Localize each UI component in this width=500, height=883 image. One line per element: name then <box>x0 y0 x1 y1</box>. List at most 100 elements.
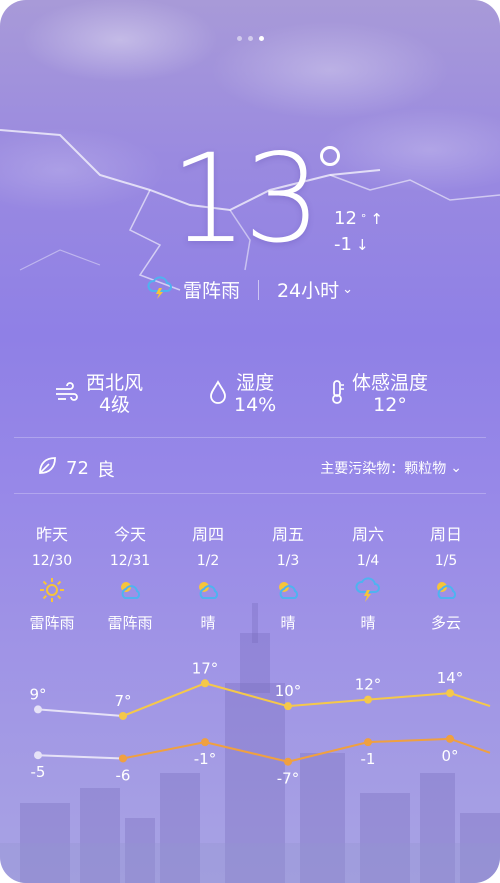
low-temp-point <box>34 751 42 760</box>
temperature-chart: 9° 7° 17° 10° 12° 14° -5 -6 -1° -7° -1 0° <box>29 659 491 788</box>
weather-details: 西北风 4级 湿度 14% 体感温度 12° <box>0 372 500 418</box>
wind-detail: 西北风 4级 <box>54 372 143 416</box>
forecast-day[interactable]: 周日 1/5 多云 <box>406 522 486 633</box>
sun-icon <box>12 576 92 604</box>
high-temp-point <box>284 702 292 711</box>
forecast-date: 12/30 <box>31 553 73 569</box>
forecast-day-label: 周四 <box>191 525 224 544</box>
thunder-rain-icon <box>328 576 408 604</box>
feels-like-detail: 体感温度 12° <box>328 372 428 416</box>
forecast-day-label: 昨天 <box>35 525 68 544</box>
forecast-day-label: 周六 <box>351 525 384 544</box>
forecast-condition: 晴 <box>200 614 216 632</box>
feels-like-value: 12° <box>373 394 407 416</box>
high-temp-line <box>449 692 491 708</box>
forecast-day[interactable]: 昨天 12/30 雷阵雨 <box>12 522 92 633</box>
page-dot <box>247 36 253 41</box>
forecast-date: 1/5 <box>434 553 458 569</box>
partly-cloudy-icon <box>248 576 328 604</box>
forecast-date: 1/3 <box>276 553 300 569</box>
humidity-label: 湿度 <box>236 372 275 394</box>
high-temp-label: 7° <box>114 692 131 710</box>
low-temp-point <box>446 734 454 743</box>
high-temp-label: 12° <box>355 676 382 694</box>
forecast-day[interactable]: 周五 1/3 晴 <box>248 522 328 633</box>
high-temp: 12 <box>334 208 357 229</box>
forecast-condition: 多云 <box>430 614 461 632</box>
low-temp-label: -5 <box>31 763 46 781</box>
high-temp-label: 10° <box>275 682 302 700</box>
current-condition: 雷阵雨 <box>182 280 240 302</box>
wind-label: 西北风 <box>86 372 144 394</box>
page-indicator[interactable] <box>0 26 500 45</box>
forecast-condition: 晴 <box>360 614 376 632</box>
page-dot-active <box>258 36 264 41</box>
low-temp-point <box>119 754 127 763</box>
drop-icon <box>208 380 228 408</box>
high-temp-line <box>367 692 451 701</box>
aqi-value: 72 <box>66 458 89 479</box>
low-temp-line <box>37 754 124 760</box>
forecast-day-label: 周五 <box>271 525 304 544</box>
forecast-date: 1/4 <box>356 553 380 569</box>
high-temp-line <box>122 682 206 717</box>
forecast-date: 1/2 <box>196 553 220 569</box>
forecast-condition: 晴 <box>280 614 296 632</box>
forecast-day-label: 周日 <box>429 525 462 544</box>
forecast-day-label: 今天 <box>113 525 146 544</box>
low-temp-label: -1 <box>361 750 376 768</box>
high-temp-row: 12 ° ↑ <box>334 206 383 232</box>
low-temp: -1 <box>334 234 352 255</box>
high-temp-point <box>34 705 42 714</box>
low-temp-line <box>204 741 289 763</box>
divider <box>257 279 259 300</box>
weather-screen: 13 12 ° ↑ -1 ↓ 雷阵雨 24小时 ⌄ 西北风 4级 湿度 14% … <box>0 0 500 883</box>
wind-value: 4级 <box>98 394 131 416</box>
high-temp-point <box>119 711 127 720</box>
forecast-day[interactable]: 今天 12/31 雷阵雨 <box>90 522 170 633</box>
pollutant-label: 主要污染物：颗粒物 <box>320 461 447 477</box>
low-temp-label: -1° <box>194 750 216 768</box>
low-temp-point <box>284 757 292 766</box>
thunder-rain-icon <box>147 275 173 304</box>
page-dot <box>236 36 242 41</box>
low-temp-label: -6 <box>116 766 131 784</box>
current-temperature: 13 <box>170 128 321 270</box>
pollutant-selector[interactable]: 主要污染物：颗粒物 ⌄ <box>320 458 462 478</box>
forecast-date: 12/31 <box>109 553 151 569</box>
low-temp-label: -7° <box>277 770 299 788</box>
chevron-down-icon: ⌄ <box>342 282 354 297</box>
high-temp-point <box>201 679 209 688</box>
high-temp-point <box>446 689 454 698</box>
low-temp-point <box>364 738 372 747</box>
divider-bottom <box>14 493 486 494</box>
wind-icon <box>54 381 80 407</box>
forecast-condition: 雷阵雨 <box>29 614 75 632</box>
low-temp-line <box>287 741 369 763</box>
divider-top <box>14 437 486 438</box>
high-temp-point <box>364 695 372 704</box>
down-arrow-icon: ↓ <box>355 236 369 254</box>
forecast-day[interactable]: 周六 1/4 晴 <box>328 522 408 633</box>
range-toggle-label: 24小时 <box>276 280 340 302</box>
low-temp-point <box>201 738 209 747</box>
range-toggle[interactable]: 24小时 ⌄ <box>277 276 353 303</box>
low-temp-row: -1 ↓ <box>334 232 383 258</box>
high-low-temps: 12 ° ↑ -1 ↓ <box>334 206 383 258</box>
humidity-value: 14% <box>234 394 277 416</box>
partly-cloudy-icon <box>90 576 170 604</box>
condition-row: 雷阵雨 24小时 ⌄ <box>0 275 500 304</box>
thermometer-icon <box>328 379 346 409</box>
forecast-day[interactable]: 周四 1/2 晴 <box>168 522 248 633</box>
air-quality[interactable]: 72 良 <box>36 455 115 482</box>
partly-cloudy-icon <box>406 576 486 604</box>
high-temp-line <box>37 708 124 717</box>
forecast-condition: 雷阵雨 <box>107 614 153 632</box>
low-temp-line <box>367 737 451 744</box>
humidity-detail: 湿度 14% <box>208 372 276 416</box>
low-temp-line <box>122 741 206 760</box>
leaf-icon <box>36 455 58 482</box>
high-temp-label: 17° <box>192 659 219 677</box>
high-temp-label: 9° <box>29 685 46 703</box>
degree-symbol <box>320 146 340 166</box>
